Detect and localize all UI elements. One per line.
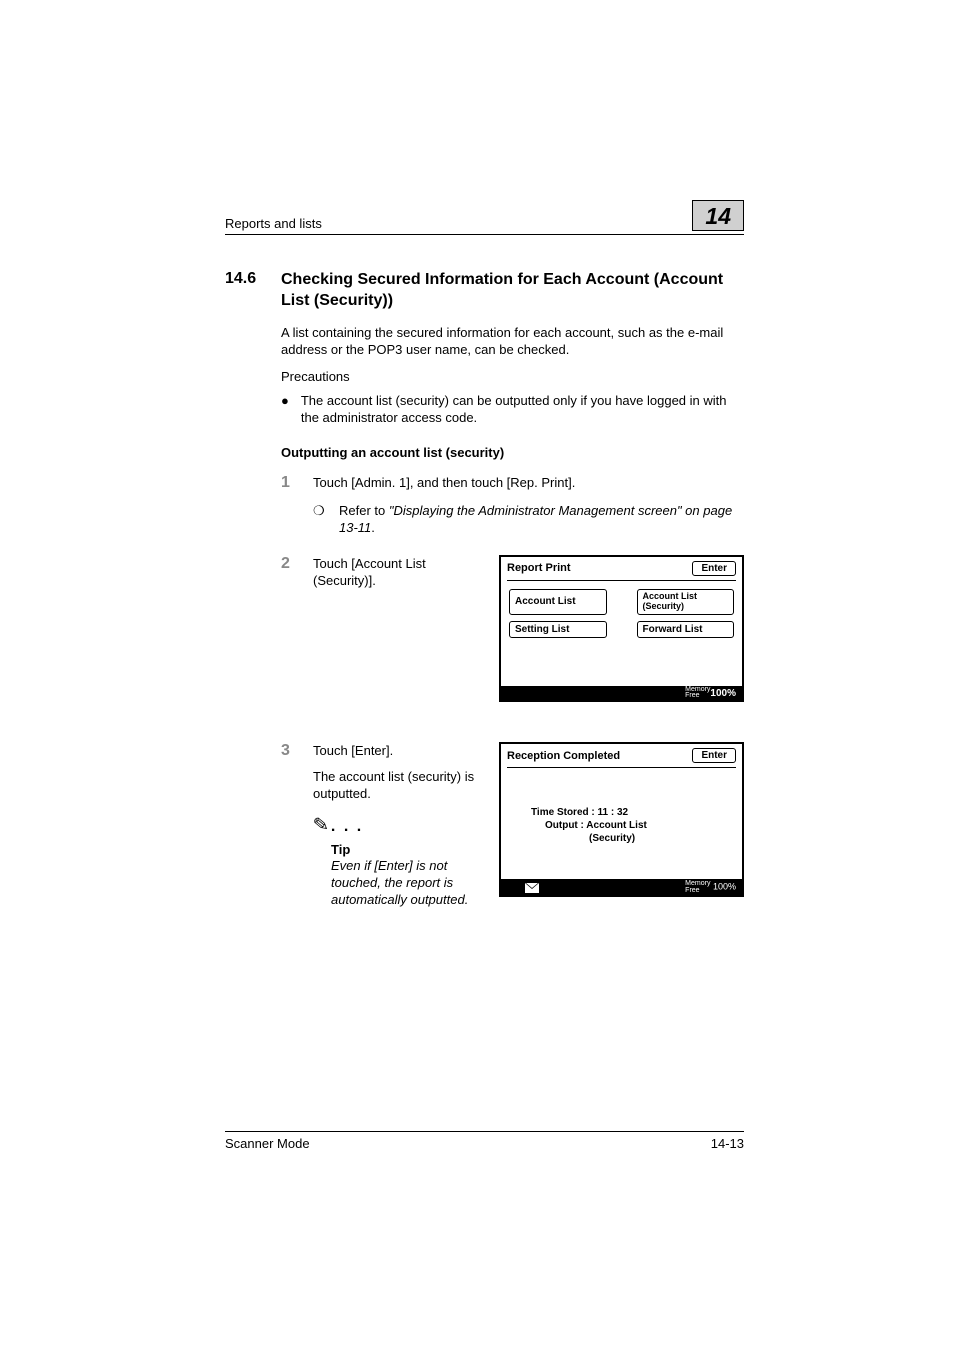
lcd-panel-reception: Reception Completed Enter Time Stored : … [499,742,744,897]
footer-left: Scanner Mode [225,1136,310,1151]
enter-button[interactable]: Enter [692,561,736,576]
step-number: 2 [281,555,299,590]
lcd-panel-report-print: Report Print Enter Account List Account … [499,555,744,702]
panel-status-bar: Memory Free 100% [501,879,742,895]
tip-label: Tip [331,841,485,859]
option-account-list[interactable]: Account List [509,589,607,615]
output-line: Output : Account List [531,819,742,832]
dots-icon: . . . [331,816,363,838]
bullet-text: The account list (security) can be outpu… [301,392,744,427]
mail-icon [525,883,539,893]
section-number: 14.6 [225,270,267,312]
pencil-icon: ✎ [312,812,330,839]
bullet-marker: ● [281,392,289,427]
panel-status-bar: Memory Free100% [501,686,742,701]
precautions-label: Precautions [281,369,744,384]
option-forward-list[interactable]: Forward List [637,621,735,638]
step-text: Touch [Account List (Security)]. [313,555,485,590]
option-account-list-security[interactable]: Account List (Security) [637,589,735,615]
substep-marker: ❍ [313,502,327,537]
enter-button[interactable]: Enter [692,748,736,763]
procedure-heading: Outputting an account list (security) [281,445,744,460]
step-number: 3 [281,742,299,909]
output-line-sub: (Security) [531,832,742,845]
section-title: Checking Secured Information for Each Ac… [281,270,744,312]
step-note: The account list (security) is outputted… [313,768,485,803]
panel-title: Reception Completed [507,750,620,762]
intro-paragraph: A list containing the secured informatio… [281,324,744,359]
panel-title: Report Print [507,562,571,574]
chapter-box: 14 [692,200,744,231]
option-setting-list[interactable]: Setting List [509,621,607,638]
time-stored-line: Time Stored : 11 : 32 [531,806,742,819]
substep-text: Refer to "Displaying the Administrator M… [339,502,744,537]
page-number: 14-13 [711,1136,744,1151]
step-text: Touch [Enter]. [313,742,485,760]
step-number: 1 [281,474,299,492]
step-text: Touch [Admin. 1], and then touch [Rep. P… [313,474,744,492]
running-header: Reports and lists [225,216,322,231]
chapter-number: 14 [705,203,731,229]
tip-text: Even if [Enter] is not touched, the repo… [331,858,485,909]
